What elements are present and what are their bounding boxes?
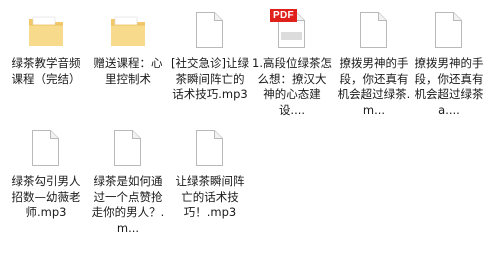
file-item[interactable]: PDF 1.高段位绿茶怎么想：撩汉大神的心态建设.... <box>252 8 332 118</box>
file-name: 绿茶勾引男人招数—幼薇老师.mp3 <box>11 174 81 219</box>
file-item[interactable]: [社交急诊]让绿茶瞬间阵亡的话术技巧.mp3 <box>170 8 250 103</box>
audio-file-icon <box>188 8 232 54</box>
file-name: [社交急诊]让绿茶瞬间阵亡的话术技巧.mp3 <box>171 56 249 101</box>
file-name: 1.高段位绿茶怎么想：撩汉大神的心态建设.... <box>252 56 332 117</box>
file-icon <box>427 8 471 54</box>
file-name: 绿茶是如何通过一个点赞抢走你的男人？.m... <box>91 174 165 235</box>
file-icon <box>352 8 396 54</box>
file-name: 绿茶教学音频课程（完结） <box>11 56 81 86</box>
file-item[interactable]: 撩拨男神的手段，你还真有机会超过绿茶.m... <box>334 8 414 118</box>
pdf-file-icon: PDF <box>270 8 314 54</box>
pdf-badge: PDF <box>270 9 297 22</box>
audio-file-icon <box>24 126 68 172</box>
file-name: 让绿茶瞬间阵亡的话术技巧！.mp3 <box>175 174 245 219</box>
audio-file-icon <box>188 126 232 172</box>
file-item[interactable]: 绿茶勾引男人招数—幼薇老师.mp3 <box>6 126 86 221</box>
folder-icon <box>106 8 150 54</box>
folder-item[interactable]: 绿茶教学音频课程（完结） <box>6 8 86 87</box>
file-icon-view: 绿茶教学音频课程（完结） 赠送课程：心里控制术 [社交急诊]让绿茶瞬间阵亡的话术… <box>0 0 490 253</box>
folder-icon <box>24 8 68 54</box>
file-item[interactable]: 撩拨男神的手段，你还真有机会超过绿茶a.... <box>409 8 489 118</box>
file-name: 撩拨男神的手段，你还真有机会超过绿茶a.... <box>414 56 484 117</box>
file-name: 撩拨男神的手段，你还真有机会超过绿茶.m... <box>337 56 411 117</box>
file-name: 赠送课程：心里控制术 <box>93 56 163 86</box>
file-icon <box>106 126 150 172</box>
file-item[interactable]: 绿茶是如何通过一个点赞抢走你的男人？.m... <box>88 126 168 236</box>
folder-item[interactable]: 赠送课程：心里控制术 <box>88 8 168 87</box>
file-item[interactable]: 让绿茶瞬间阵亡的话术技巧！.mp3 <box>170 126 250 221</box>
